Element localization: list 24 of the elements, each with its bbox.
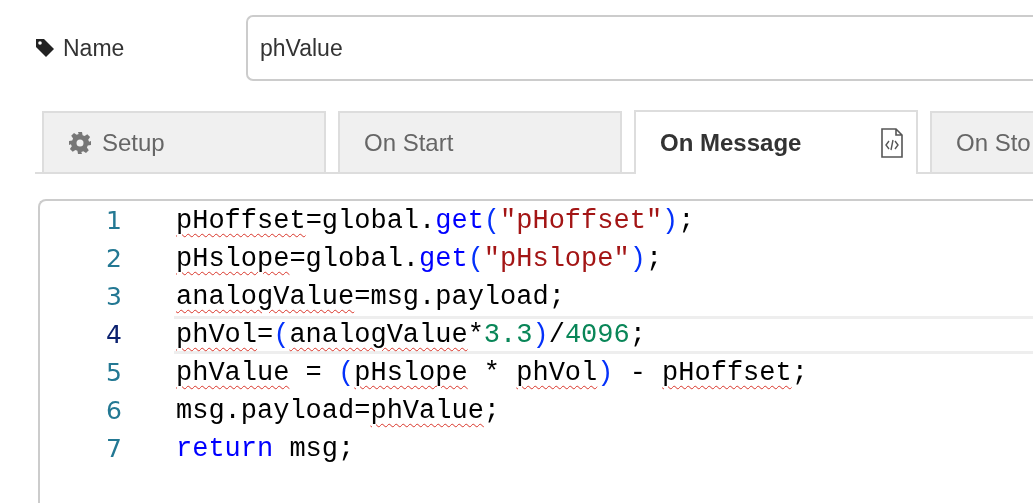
code-line: return msg;	[175, 433, 356, 466]
line-number: 7	[105, 433, 122, 466]
code-file-icon	[880, 128, 904, 158]
name-input-field[interactable]: phValue	[246, 15, 1033, 81]
line-number: 1	[105, 205, 122, 238]
tab[interactable]: Setup	[42, 111, 326, 172]
line-number: 6	[105, 395, 122, 428]
code-line: pHoffset=global.get("pHoffset");	[175, 205, 696, 238]
line-number: 5	[105, 357, 122, 390]
gear-icon	[68, 130, 92, 155]
code-line: pHslope=global.get("pHslope");	[175, 243, 664, 276]
code-line: msg.payload=phValue;	[175, 395, 502, 428]
code-editor[interactable]	[38, 199, 1033, 503]
tag-icon	[35, 38, 55, 58]
tab[interactable]: On Start	[338, 111, 622, 172]
field-label: Name	[63, 33, 125, 63]
code-line: phValue = (pHslope * phVol) - pHoffset;	[175, 357, 809, 390]
line-number: 2	[105, 243, 122, 276]
tab[interactable]: On Sto	[930, 111, 1033, 172]
tab[interactable]: On Message	[634, 110, 918, 174]
line-number: 3	[105, 281, 122, 314]
code-line: analogValue=msg.payload;	[175, 281, 566, 314]
code-line: phVol=(analogValue*3.3)/4096;	[174, 316, 1033, 354]
line-number: 4	[105, 319, 122, 352]
